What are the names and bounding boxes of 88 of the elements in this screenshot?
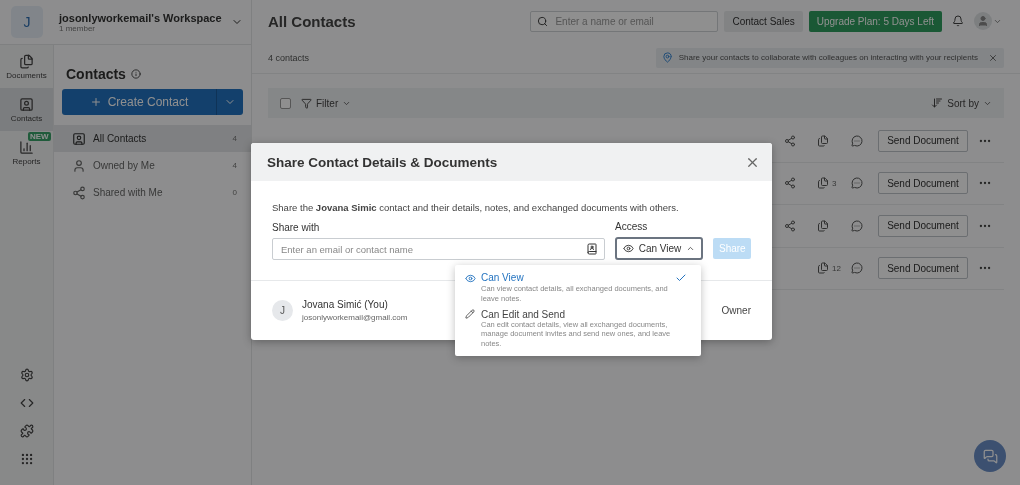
chart-icon — [19, 139, 34, 155]
share-with-field[interactable]: Enter an email or contact name — [272, 238, 605, 260]
nav-item[interactable]: All Contacts 4 — [54, 125, 251, 152]
select-all-checkbox[interactable] — [280, 97, 291, 109]
sidebar-title: Contacts — [66, 66, 126, 82]
puzzle-icon[interactable] — [19, 424, 34, 438]
account-button[interactable] — [974, 12, 1002, 30]
close-icon[interactable] — [988, 52, 998, 63]
documents-icon[interactable] — [817, 219, 829, 232]
pencil-icon — [465, 309, 475, 319]
documents-icon — [19, 53, 34, 69]
workspace-name[interactable]: josonlyworkemail's Workspace — [59, 11, 231, 24]
info-icon[interactable] — [130, 69, 141, 79]
member-count: 1 member — [59, 23, 95, 33]
nav-label: All Contacts — [93, 133, 148, 144]
page-title: All Contacts — [268, 12, 357, 30]
access-select[interactable]: Can View — [615, 237, 703, 260]
code-icon[interactable] — [19, 396, 34, 410]
rail-item[interactable]: Contacts — [0, 88, 53, 131]
filter-button[interactable]: Filter — [301, 97, 352, 109]
chat-icon — [982, 448, 998, 464]
share-icon — [72, 185, 86, 200]
nav-count: 4 — [232, 161, 237, 170]
document-count: 12 — [832, 263, 841, 273]
document-count: 3 — [832, 178, 837, 188]
rail-label: Documents — [6, 70, 47, 80]
member-role: Owner — [721, 305, 751, 316]
person-icon — [72, 158, 86, 173]
option-label: Can Edit and Send — [481, 308, 566, 320]
plus-icon — [89, 96, 102, 108]
send-document-button[interactable]: Send Document — [878, 172, 968, 195]
tip-text: Share your contacts to collaborate with colleagues on interacting with your recipients — [678, 53, 978, 62]
contact-book-icon[interactable] — [586, 243, 598, 255]
nav-count: 4 — [232, 134, 237, 143]
member-avatar: J — [272, 300, 293, 321]
button-label: Sort by — [947, 97, 979, 109]
field-label: Share with — [272, 222, 321, 233]
dialog-description: Share the Jovana Simic contact and their details, notes, and exchanged documents with others. — [272, 202, 680, 213]
sort-button[interactable]: Sort by — [931, 97, 992, 109]
documents-icon[interactable] — [817, 262, 829, 275]
pin-icon — [661, 52, 673, 63]
send-document-button[interactable]: Send Document — [878, 214, 968, 237]
option-label: Can View — [481, 272, 525, 284]
rail-label: Contacts — [10, 113, 43, 123]
share-icon[interactable] — [784, 177, 796, 190]
caret-icon — [686, 244, 696, 253]
contact-card-icon — [72, 131, 86, 146]
rail-item[interactable]: NEW Reports — [0, 131, 53, 174]
send-document-button[interactable]: Send Document — [878, 129, 968, 152]
contact-count: 4 contacts — [268, 52, 310, 63]
check-icon — [675, 272, 687, 284]
rail-label: Reports — [12, 156, 41, 166]
nav-label: Shared with Me — [93, 187, 164, 198]
dialog-title: Share Contact Details & Documents — [267, 154, 498, 170]
member-email: josonlyworkemail@gmail.com — [302, 313, 408, 322]
workspace-avatar[interactable]: J — [11, 6, 43, 38]
eye-icon — [622, 243, 634, 254]
documents-icon[interactable] — [817, 134, 829, 147]
search-icon — [537, 15, 549, 27]
upgrade-button[interactable]: Upgrade Plan: 5 Days Left — [808, 10, 942, 32]
settings-icon[interactable] — [19, 368, 34, 382]
documents-icon[interactable] — [817, 177, 829, 190]
comment-icon[interactable] — [851, 219, 863, 232]
rail-item[interactable]: Documents — [0, 45, 53, 88]
share-icon[interactable] — [784, 134, 796, 147]
comment-icon[interactable] — [851, 177, 863, 190]
chat-button[interactable] — [974, 440, 1006, 472]
nav-item[interactable]: Owned by Me 4 — [54, 152, 251, 179]
comment-icon[interactable] — [851, 134, 863, 147]
new-badge: NEW — [28, 132, 51, 141]
contact-card-icon — [19, 96, 34, 112]
contact-sales-button[interactable]: Contact Sales — [724, 10, 803, 32]
filter-icon — [301, 97, 312, 109]
select-value: Can View — [638, 243, 682, 254]
eye-icon — [465, 272, 476, 284]
person-icon — [977, 15, 989, 27]
nav-label: Owned by Me — [93, 160, 156, 171]
bell-icon — [952, 15, 964, 27]
share-icon[interactable] — [784, 219, 796, 232]
button-label: Filter — [316, 97, 339, 109]
send-document-button[interactable]: Send Document — [878, 257, 968, 280]
field-label: Access — [615, 221, 649, 232]
member-name: Jovana Simić (You) — [302, 299, 388, 310]
comment-icon[interactable] — [851, 262, 863, 275]
sort-icon — [931, 97, 944, 109]
button-label: Create Contact — [107, 95, 189, 109]
apps-grid-icon[interactable] — [19, 452, 34, 466]
create-contact-button[interactable]: Create Contact — [62, 89, 217, 115]
